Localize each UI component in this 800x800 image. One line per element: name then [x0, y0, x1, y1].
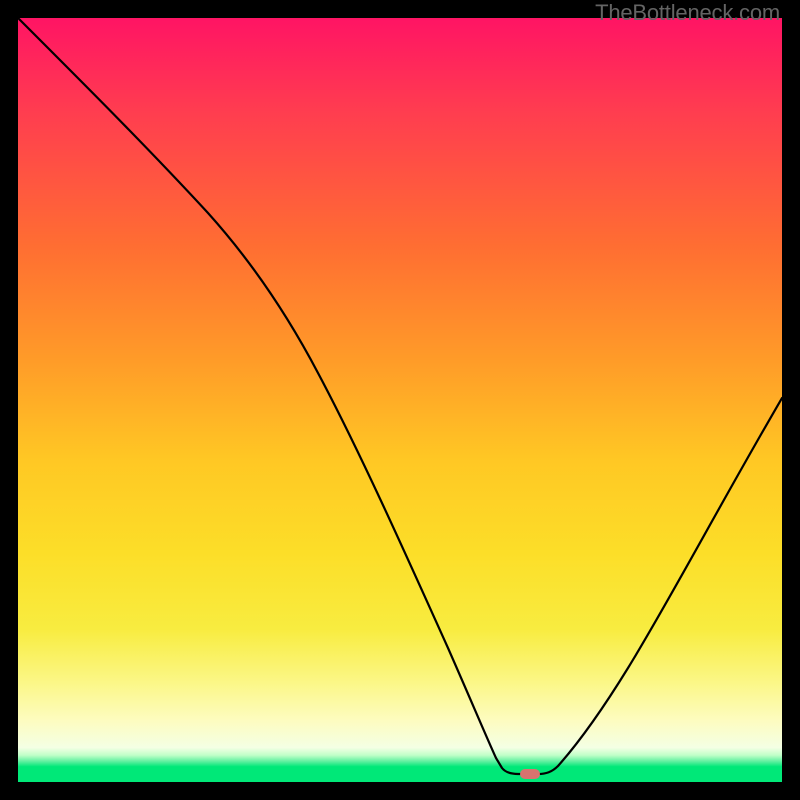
bottleneck-curve [18, 18, 782, 774]
plot-area [18, 18, 782, 782]
watermark-text: TheBottleneck.com [595, 0, 780, 26]
chart-frame: TheBottleneck.com [0, 0, 800, 800]
curve-layer [18, 18, 782, 782]
minimum-marker [520, 769, 540, 779]
